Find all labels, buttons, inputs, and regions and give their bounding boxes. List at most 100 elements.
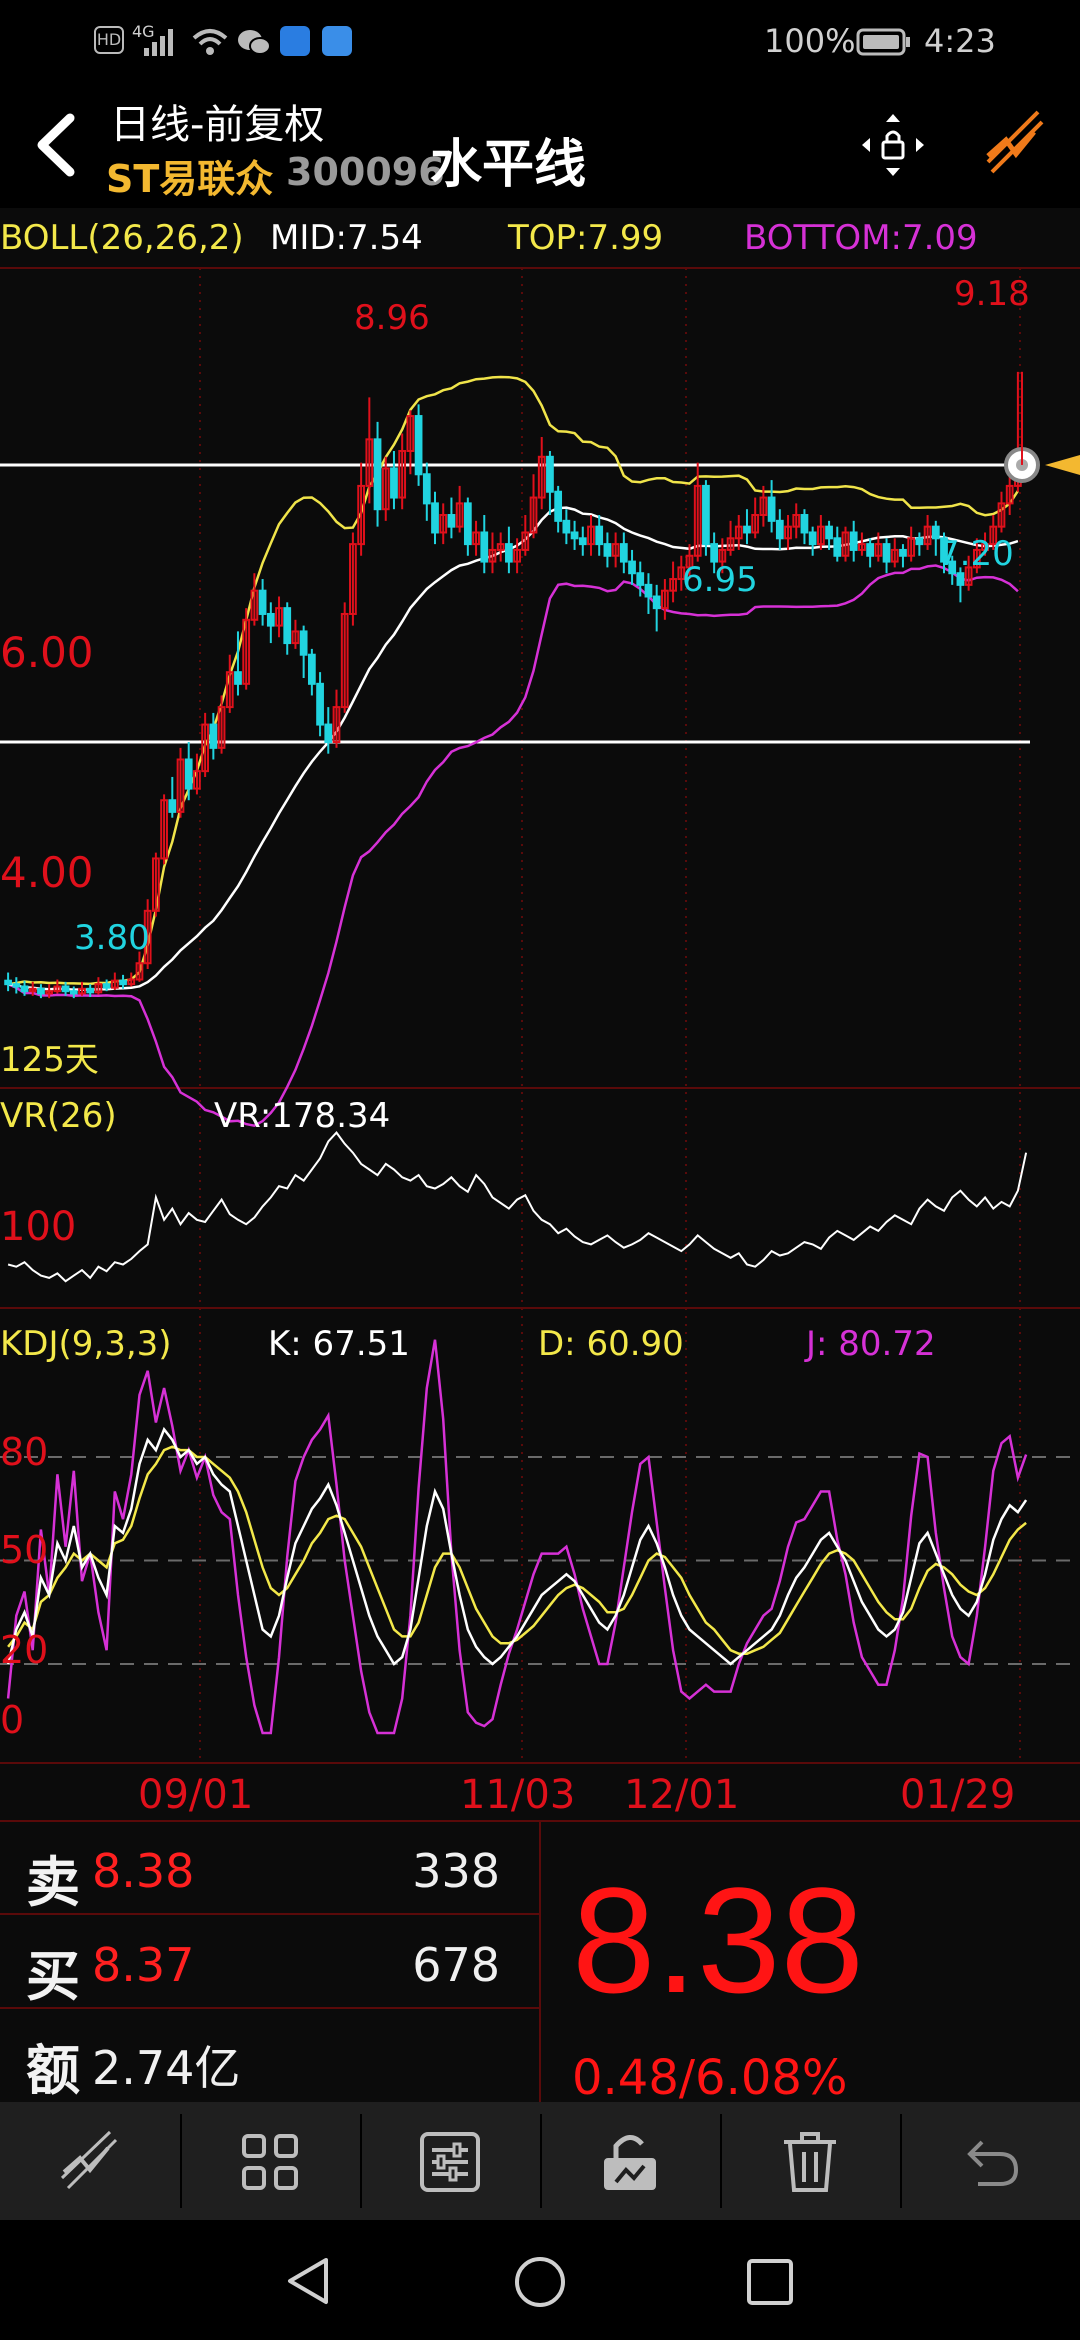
nav-home-icon[interactable] (512, 2254, 568, 2310)
candle-body (307, 653, 316, 685)
candle-body (628, 560, 636, 575)
nav-recents-icon[interactable] (744, 2256, 796, 2308)
draw-line-icon[interactable] (980, 110, 1050, 180)
kdj-level-20: 20 (0, 1628, 49, 1672)
nav-back-icon[interactable] (282, 2254, 336, 2308)
candle-body (546, 455, 554, 493)
candle-body (209, 723, 218, 749)
drawing-toolbar (0, 2102, 1080, 2220)
grid-button[interactable] (180, 2102, 360, 2220)
annotation-latest-high: 9.18 (954, 274, 1030, 314)
ask-row: 卖 8.38 338 (0, 1820, 540, 1914)
chart-canvas[interactable] (0, 208, 1080, 1828)
candle-body (37, 987, 45, 995)
candle-body (595, 525, 604, 546)
candle-body (480, 531, 489, 563)
candle-body (808, 531, 817, 546)
last-price: 8.38 (572, 1856, 864, 2024)
grid-icon (242, 2134, 298, 2190)
x-tick-1103: 11/03 (460, 1772, 576, 1818)
x-tick-1201: 12/01 (624, 1772, 740, 1818)
kdj-name: KDJ(9,3,3) (0, 1324, 172, 1364)
candle-body (702, 484, 710, 546)
y-label-4: 4.00 (0, 848, 94, 897)
period-label: 125天 (0, 1040, 99, 1080)
chart-period-title[interactable]: 日线-前复权 (110, 92, 324, 150)
candle-body (447, 514, 456, 528)
boll-mid: MID:7.54 (270, 218, 423, 258)
stock-name: ST易联众 (106, 157, 274, 201)
delete-button[interactable] (720, 2102, 900, 2220)
candle-body (390, 467, 398, 499)
candle-body (61, 985, 70, 993)
candle-body (562, 519, 571, 534)
boll-name: BOLL(26,26,2) (0, 218, 244, 258)
draw-line-button[interactable] (0, 2102, 180, 2220)
x-tick-0129: 01/29 (900, 1772, 1016, 1818)
candle-body (775, 519, 784, 540)
candle-body (505, 543, 513, 563)
candle-body (554, 490, 563, 522)
candle-body (644, 583, 653, 598)
undo-icon (967, 2140, 1019, 2186)
candle-body (743, 525, 751, 534)
draw-line-tool-icon (60, 2130, 118, 2190)
vr-level: 100 (0, 1204, 77, 1250)
candle-body (283, 607, 292, 645)
candle-body (119, 979, 127, 986)
amount-row: 额 2.74亿 (0, 2008, 540, 2102)
candle-body (825, 525, 833, 540)
system-nav-bar (0, 2220, 1080, 2340)
kline-chart[interactable]: BOLL(26,26,2) MID:7.54 TOP:7.99 BOTTOM:7… (0, 208, 1080, 1828)
undo-button[interactable] (900, 2102, 1080, 2220)
bid-row: 买 8.37 678 (0, 1914, 540, 2008)
candle-body (12, 983, 21, 988)
candle-body (20, 985, 29, 993)
y-label-6: 6.00 (0, 628, 94, 677)
amount-key: 额 (26, 2038, 80, 2102)
candle-body (414, 415, 423, 476)
candle-body (849, 531, 858, 551)
boll-bottom: BOTTOM:7.09 (744, 218, 978, 258)
ask-price: 8.38 (92, 1844, 195, 1898)
price-change: 0.48/6.08% (572, 2050, 848, 2106)
signal-icon (144, 29, 173, 56)
candle-body (324, 723, 333, 744)
unlock-icon (604, 2135, 656, 2190)
candle-body (373, 438, 382, 511)
battery-icon (856, 28, 910, 56)
kdj-k: K: 67.51 (268, 1324, 410, 1364)
candle-body (619, 543, 628, 563)
candle-body (899, 548, 907, 557)
candle-body (422, 473, 431, 505)
candle-body (915, 537, 924, 546)
kdj-j: J: 80.72 (806, 1324, 936, 1364)
settings-button[interactable] (360, 2102, 540, 2220)
app-icon-1 (280, 26, 310, 56)
candle-body (882, 543, 891, 563)
candle-body (578, 537, 587, 546)
candle-body (652, 595, 661, 610)
x-tick-0901: 09/01 (138, 1772, 254, 1818)
candle-body (69, 990, 78, 995)
kdj-d: D: 60.90 (538, 1324, 684, 1364)
chart-background (0, 208, 1080, 1828)
candle-body (431, 502, 439, 534)
move-lock-icon[interactable] (858, 110, 928, 180)
vr-value: VR:178.34 (214, 1096, 391, 1136)
kdj-level-0: 0 (0, 1698, 25, 1742)
bid-key: 买 (26, 1944, 80, 2008)
candle-body (258, 589, 267, 615)
candle-body (4, 979, 12, 986)
candle-body (266, 612, 275, 627)
candle-body (102, 983, 111, 989)
back-icon[interactable] (24, 110, 94, 180)
candle-body (833, 537, 842, 557)
candle-body (234, 671, 242, 685)
unlock-button[interactable] (540, 2102, 720, 2220)
candle-body (767, 496, 776, 522)
wifi-icon (192, 29, 228, 55)
candle-body (168, 799, 177, 813)
ask-volume: 338 (412, 1844, 500, 1898)
candle-body (570, 531, 579, 540)
